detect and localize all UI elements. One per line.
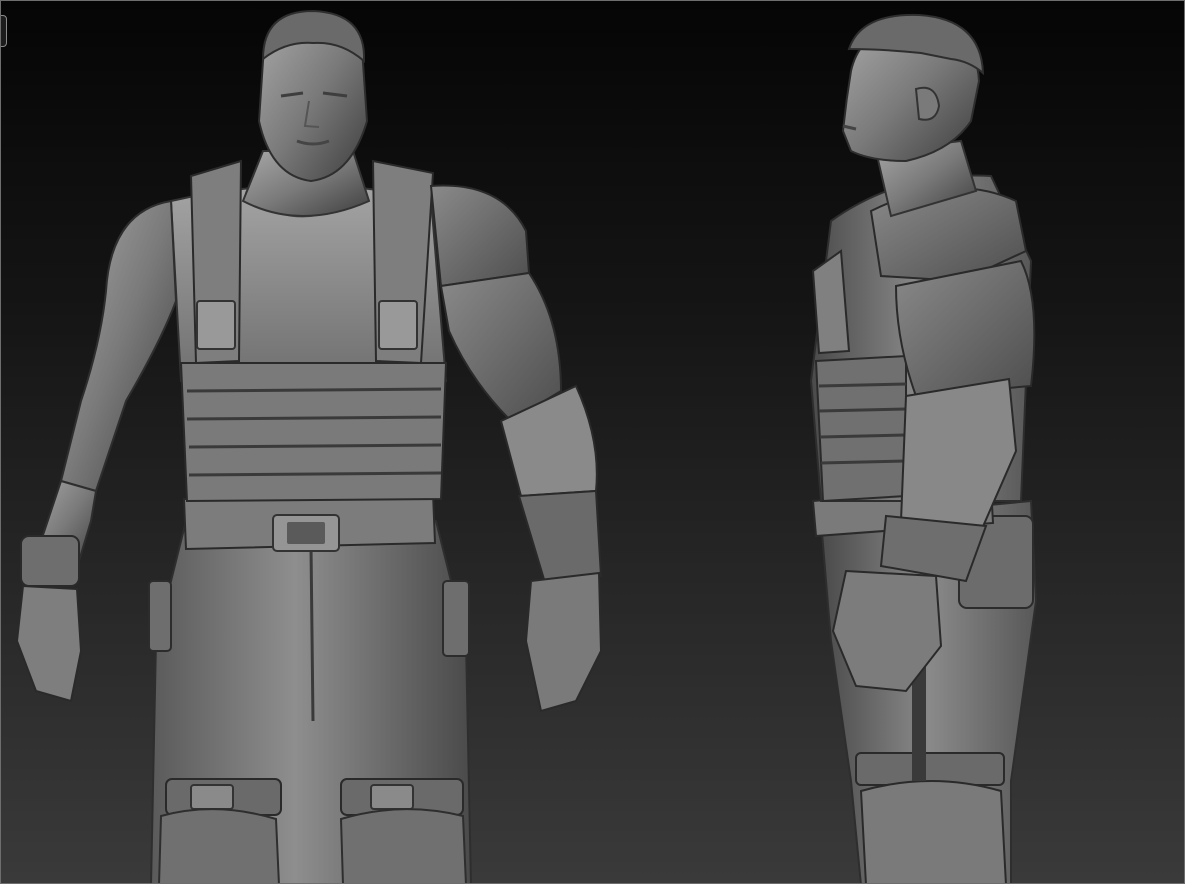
front-right-shoulder-pad [429,184,531,288]
front-right-bracer [517,489,603,588]
side-knee-pad [859,780,1007,883]
front-right-upper-arm-armor [439,271,563,423]
side-view-model[interactable] [809,13,1038,884]
front-right-hand [524,571,603,713]
front-left-hand [15,584,83,703]
side-plate-carrier [814,354,907,503]
side-upper-arm-armor [894,259,1036,398]
zbrush-viewport[interactable] [0,0,1185,884]
front-plate-carrier [179,362,448,503]
front-left-knee-pad [158,808,280,883]
front-view-model[interactable] [15,9,603,884]
front-left-wrist-guard [20,535,80,587]
front-right-knee-pad [339,808,467,883]
front-left-upper-arm [59,199,178,493]
sculpt-canvas[interactable] [1,1,1185,884]
